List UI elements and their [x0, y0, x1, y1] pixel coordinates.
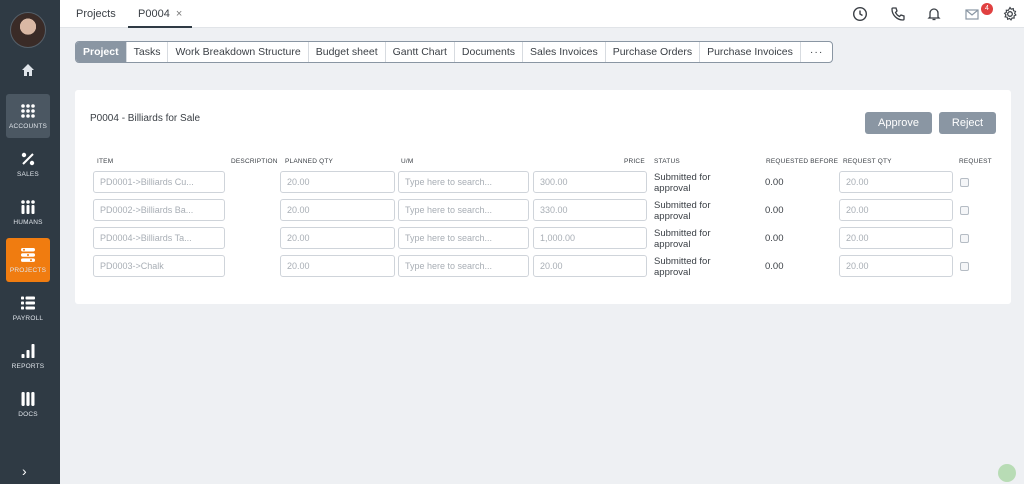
planned-qty-field[interactable]: 20.00 [280, 171, 395, 193]
planned-qty-field[interactable]: 20.00 [280, 255, 395, 277]
um-search-input[interactable]: Type here to search... [398, 227, 529, 249]
requested-before-value: 0.00 [765, 177, 784, 188]
sidebar-item-reports[interactable]: REPORTS [6, 334, 50, 378]
table-row: PD0002->Billiards Ba... 20.00 Type here to… [75, 199, 1011, 223]
avatar[interactable] [10, 12, 46, 48]
requested-before-value: 0.00 [765, 233, 784, 244]
sidebar-item-label: DOCS [18, 410, 38, 418]
expand-sidebar-icon[interactable]: › [22, 463, 27, 479]
item-field[interactable]: PD0003->Chalk [93, 255, 225, 277]
price-field[interactable]: 1,000.00 [533, 227, 647, 249]
subtab-wbs[interactable]: Work Breakdown Structure [168, 42, 309, 62]
status-text: Submitted for approval [654, 256, 711, 278]
bar-chart-icon [21, 343, 35, 358]
sidebar-item-projects[interactable]: PROJECTS [6, 238, 50, 282]
grid-dots-icon [21, 103, 35, 118]
price-field[interactable]: 300.00 [533, 171, 647, 193]
tab-projects[interactable]: Projects [66, 0, 126, 28]
planned-qty-field[interactable]: 20.00 [280, 227, 395, 249]
header-requested-before: REQUESTED BEFORE [766, 158, 839, 165]
subtab-gantt-chart[interactable]: Gantt Chart [386, 42, 455, 62]
header-price: PRICE [624, 158, 645, 165]
header-request-qty: REQUEST QTY [843, 158, 892, 165]
request-qty-field[interactable]: 20.00 [839, 171, 953, 193]
bell-icon[interactable] [926, 6, 942, 22]
um-search-input[interactable]: Type here to search... [398, 255, 529, 277]
status-text: Submitted for approval [654, 172, 711, 194]
home-icon[interactable] [20, 62, 36, 78]
request-qty-field[interactable]: 20.00 [839, 255, 953, 277]
table-row: PD0001->Billiards Cu... 20.00 Type here to… [75, 171, 1011, 195]
sidebar-item-label: PAYROLL [12, 314, 44, 322]
chat-icon[interactable] [998, 464, 1016, 482]
subtab-purchase-invoices[interactable]: Purchase Invoices [700, 42, 801, 62]
requested-before-value: 0.00 [765, 261, 784, 272]
header-status: STATUS [654, 158, 680, 165]
um-search-input[interactable]: Type here to search... [398, 171, 529, 193]
close-icon[interactable]: × [176, 8, 182, 20]
sidebar-item-humans[interactable]: HUMANS [6, 190, 50, 234]
percent-icon [21, 152, 35, 165]
tab-label: Projects [76, 8, 116, 20]
subtab-tasks[interactable]: Tasks [127, 42, 169, 62]
header-description: DESCRIPTION [231, 158, 278, 165]
tab-p0004[interactable]: P0004 × [128, 0, 193, 28]
price-field[interactable]: 330.00 [533, 199, 647, 221]
purchase-request-panel: P0004 - Billiards for Sale Approve Rejec… [75, 90, 1011, 304]
docs-icon [21, 391, 35, 406]
subtab-budget-sheet[interactable]: Budget sheet [309, 42, 386, 62]
list-icon [21, 296, 35, 309]
status-text: Submitted for approval [654, 200, 711, 222]
header-planned-qty: PLANNED QTY [285, 158, 334, 165]
subtab-project[interactable]: Project [76, 42, 127, 62]
clock-icon[interactable] [852, 6, 868, 22]
sidebar-item-label: HUMANS [13, 218, 43, 226]
item-field[interactable]: PD0002->Billiards Ba... [93, 199, 225, 221]
sidebar: ACCOUNTS SALES HUMANS PROJECTS PAYROLL R… [0, 0, 60, 484]
request-checkbox[interactable] [960, 234, 969, 243]
projects-icon [21, 247, 35, 262]
request-checkbox[interactable] [960, 262, 969, 271]
top-bar: Projects P0004 × 4 [60, 0, 1024, 28]
reject-button[interactable]: Reject [939, 112, 996, 134]
request-checkbox[interactable] [960, 206, 969, 215]
sidebar-item-label: SALES [17, 170, 39, 178]
status-text: Submitted for approval [654, 228, 711, 250]
notification-badge: 4 [981, 3, 993, 15]
people-icon [21, 199, 35, 214]
price-field[interactable]: 20.00 [533, 255, 647, 277]
more-tabs-icon[interactable]: ··· [801, 42, 832, 62]
request-qty-field[interactable]: 20.00 [839, 199, 953, 221]
um-search-input[interactable]: Type here to search... [398, 199, 529, 221]
sidebar-item-accounts[interactable]: ACCOUNTS [6, 94, 50, 138]
table-row: PD0003->Chalk 20.00 Type here to search...… [75, 255, 1011, 279]
page-title: P0004 - Billiards for Sale [90, 113, 201, 124]
mail-icon[interactable] [964, 6, 980, 22]
subtab-documents[interactable]: Documents [455, 42, 524, 62]
tab-label: P0004 [138, 8, 170, 20]
request-qty-field[interactable]: 20.00 [839, 227, 953, 249]
request-checkbox[interactable] [960, 178, 969, 187]
sidebar-item-label: PROJECTS [9, 266, 47, 274]
sidebar-item-payroll[interactable]: PAYROLL [6, 286, 50, 330]
project-subtabs: Project Tasks Work Breakdown Structure B… [75, 41, 834, 63]
planned-qty-field[interactable]: 20.00 [280, 199, 395, 221]
sidebar-item-label: REPORTS [11, 362, 45, 370]
table-row: PD0004->Billiards Ta... 20.00 Type here to… [75, 227, 1011, 251]
subtab-purchase-orders[interactable]: Purchase Orders [606, 42, 701, 62]
header-item: ITEM [97, 158, 114, 165]
item-field[interactable]: PD0001->Billiards Cu... [93, 171, 225, 193]
header-um: U/M [401, 158, 414, 165]
subtab-sales-invoices[interactable]: Sales Invoices [523, 42, 606, 62]
approve-button[interactable]: Approve [865, 112, 932, 134]
sidebar-item-sales[interactable]: SALES [6, 142, 50, 186]
item-field[interactable]: PD0004->Billiards Ta... [93, 227, 225, 249]
sidebar-item-label: ACCOUNTS [8, 122, 48, 130]
sidebar-item-docs[interactable]: DOCS [6, 382, 50, 426]
header-request: REQUEST [959, 158, 992, 165]
requested-before-value: 0.00 [765, 205, 784, 216]
gear-icon[interactable] [1002, 6, 1018, 22]
phone-icon[interactable] [890, 6, 906, 22]
